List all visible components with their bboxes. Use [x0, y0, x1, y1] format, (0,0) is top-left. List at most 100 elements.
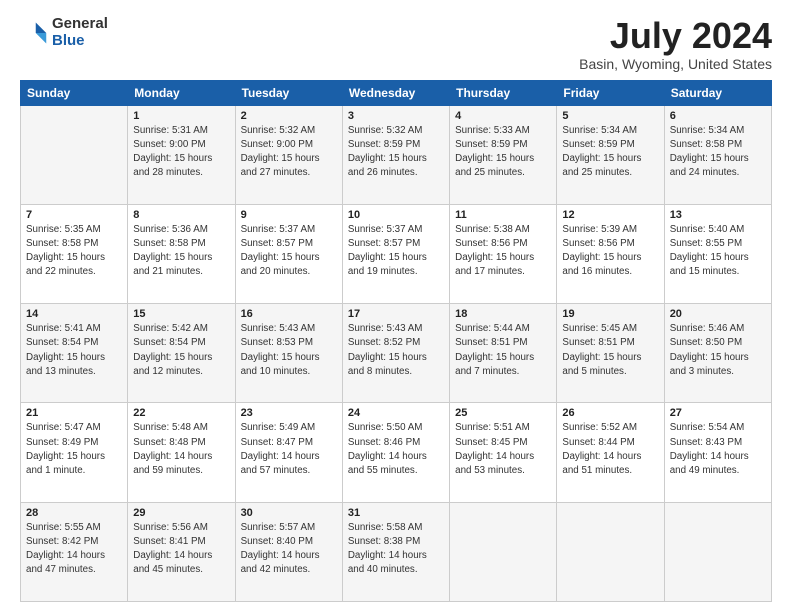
table-row: 28 Sunrise: 5:55 AMSunset: 8:42 PMDaylig…: [21, 502, 128, 601]
day-info: Sunrise: 5:54 AMSunset: 8:43 PMDaylight:…: [670, 421, 766, 478]
day-info: Sunrise: 5:33 AMSunset: 8:59 PMDaylight:…: [455, 124, 551, 181]
col-tuesday: Tuesday: [235, 80, 342, 105]
calendar-week-row: 7 Sunrise: 5:35 AMSunset: 8:58 PMDayligh…: [21, 204, 772, 303]
col-saturday: Saturday: [664, 80, 771, 105]
calendar-week-row: 14 Sunrise: 5:41 AMSunset: 8:54 PMDaylig…: [21, 304, 772, 403]
day-number: 16: [241, 308, 337, 320]
day-number: 12: [562, 209, 658, 221]
day-info: Sunrise: 5:43 AMSunset: 8:53 PMDaylight:…: [241, 322, 337, 379]
table-row: 27 Sunrise: 5:54 AMSunset: 8:43 PMDaylig…: [664, 403, 771, 502]
day-number: 15: [133, 308, 229, 320]
day-number: 6: [670, 110, 766, 122]
table-row: 9 Sunrise: 5:37 AMSunset: 8:57 PMDayligh…: [235, 204, 342, 303]
day-info: Sunrise: 5:45 AMSunset: 8:51 PMDaylight:…: [562, 322, 658, 379]
day-info: Sunrise: 5:56 AMSunset: 8:41 PMDaylight:…: [133, 521, 229, 578]
day-number: 19: [562, 308, 658, 320]
day-number: 4: [455, 110, 551, 122]
table-row: 31 Sunrise: 5:58 AMSunset: 8:38 PMDaylig…: [342, 502, 449, 601]
table-row: 22 Sunrise: 5:48 AMSunset: 8:48 PMDaylig…: [128, 403, 235, 502]
day-info: Sunrise: 5:51 AMSunset: 8:45 PMDaylight:…: [455, 421, 551, 478]
table-row: 1 Sunrise: 5:31 AMSunset: 9:00 PMDayligh…: [128, 105, 235, 204]
table-row: [450, 502, 557, 601]
table-row: [664, 502, 771, 601]
table-row: 17 Sunrise: 5:43 AMSunset: 8:52 PMDaylig…: [342, 304, 449, 403]
day-number: 3: [348, 110, 444, 122]
day-number: 2: [241, 110, 337, 122]
day-number: 11: [455, 209, 551, 221]
day-number: 10: [348, 209, 444, 221]
table-row: 6 Sunrise: 5:34 AMSunset: 8:58 PMDayligh…: [664, 105, 771, 204]
day-info: Sunrise: 5:35 AMSunset: 8:58 PMDaylight:…: [26, 223, 122, 280]
table-row: [557, 502, 664, 601]
table-row: 8 Sunrise: 5:36 AMSunset: 8:58 PMDayligh…: [128, 204, 235, 303]
day-info: Sunrise: 5:37 AMSunset: 8:57 PMDaylight:…: [241, 223, 337, 280]
table-row: 5 Sunrise: 5:34 AMSunset: 8:59 PMDayligh…: [557, 105, 664, 204]
calendar-header-row: Sunday Monday Tuesday Wednesday Thursday…: [21, 80, 772, 105]
day-number: 24: [348, 407, 444, 419]
table-row: 16 Sunrise: 5:43 AMSunset: 8:53 PMDaylig…: [235, 304, 342, 403]
table-row: 11 Sunrise: 5:38 AMSunset: 8:56 PMDaylig…: [450, 204, 557, 303]
subtitle: Basin, Wyoming, United States: [579, 56, 772, 72]
table-row: 25 Sunrise: 5:51 AMSunset: 8:45 PMDaylig…: [450, 403, 557, 502]
header: General Blue July 2024 Basin, Wyoming, U…: [20, 16, 772, 72]
logo-blue-text: Blue: [52, 33, 108, 50]
day-info: Sunrise: 5:34 AMSunset: 8:59 PMDaylight:…: [562, 124, 658, 181]
table-row: 10 Sunrise: 5:37 AMSunset: 8:57 PMDaylig…: [342, 204, 449, 303]
table-row: 13 Sunrise: 5:40 AMSunset: 8:55 PMDaylig…: [664, 204, 771, 303]
logo: General Blue: [20, 16, 108, 49]
col-thursday: Thursday: [450, 80, 557, 105]
table-row: 14 Sunrise: 5:41 AMSunset: 8:54 PMDaylig…: [21, 304, 128, 403]
col-sunday: Sunday: [21, 80, 128, 105]
day-number: 22: [133, 407, 229, 419]
table-row: 24 Sunrise: 5:50 AMSunset: 8:46 PMDaylig…: [342, 403, 449, 502]
day-info: Sunrise: 5:49 AMSunset: 8:47 PMDaylight:…: [241, 421, 337, 478]
table-row: 23 Sunrise: 5:49 AMSunset: 8:47 PMDaylig…: [235, 403, 342, 502]
calendar-week-row: 1 Sunrise: 5:31 AMSunset: 9:00 PMDayligh…: [21, 105, 772, 204]
day-number: 27: [670, 407, 766, 419]
day-info: Sunrise: 5:36 AMSunset: 8:58 PMDaylight:…: [133, 223, 229, 280]
day-info: Sunrise: 5:42 AMSunset: 8:54 PMDaylight:…: [133, 322, 229, 379]
table-row: 12 Sunrise: 5:39 AMSunset: 8:56 PMDaylig…: [557, 204, 664, 303]
logo-icon: [20, 19, 48, 47]
day-number: 29: [133, 507, 229, 519]
calendar-week-row: 21 Sunrise: 5:47 AMSunset: 8:49 PMDaylig…: [21, 403, 772, 502]
day-info: Sunrise: 5:34 AMSunset: 8:58 PMDaylight:…: [670, 124, 766, 181]
calendar-week-row: 28 Sunrise: 5:55 AMSunset: 8:42 PMDaylig…: [21, 502, 772, 601]
day-number: 5: [562, 110, 658, 122]
table-row: 19 Sunrise: 5:45 AMSunset: 8:51 PMDaylig…: [557, 304, 664, 403]
day-number: 31: [348, 507, 444, 519]
table-row: [21, 105, 128, 204]
day-info: Sunrise: 5:38 AMSunset: 8:56 PMDaylight:…: [455, 223, 551, 280]
col-friday: Friday: [557, 80, 664, 105]
table-row: 7 Sunrise: 5:35 AMSunset: 8:58 PMDayligh…: [21, 204, 128, 303]
day-info: Sunrise: 5:37 AMSunset: 8:57 PMDaylight:…: [348, 223, 444, 280]
day-number: 17: [348, 308, 444, 320]
day-number: 25: [455, 407, 551, 419]
day-info: Sunrise: 5:41 AMSunset: 8:54 PMDaylight:…: [26, 322, 122, 379]
title-block: July 2024 Basin, Wyoming, United States: [579, 16, 772, 72]
day-info: Sunrise: 5:46 AMSunset: 8:50 PMDaylight:…: [670, 322, 766, 379]
day-number: 28: [26, 507, 122, 519]
day-info: Sunrise: 5:48 AMSunset: 8:48 PMDaylight:…: [133, 421, 229, 478]
day-number: 14: [26, 308, 122, 320]
day-info: Sunrise: 5:50 AMSunset: 8:46 PMDaylight:…: [348, 421, 444, 478]
day-info: Sunrise: 5:55 AMSunset: 8:42 PMDaylight:…: [26, 521, 122, 578]
table-row: 29 Sunrise: 5:56 AMSunset: 8:41 PMDaylig…: [128, 502, 235, 601]
day-info: Sunrise: 5:40 AMSunset: 8:55 PMDaylight:…: [670, 223, 766, 280]
day-info: Sunrise: 5:58 AMSunset: 8:38 PMDaylight:…: [348, 521, 444, 578]
main-title: July 2024: [579, 16, 772, 56]
day-number: 7: [26, 209, 122, 221]
table-row: 26 Sunrise: 5:52 AMSunset: 8:44 PMDaylig…: [557, 403, 664, 502]
day-number: 1: [133, 110, 229, 122]
day-info: Sunrise: 5:52 AMSunset: 8:44 PMDaylight:…: [562, 421, 658, 478]
table-row: 30 Sunrise: 5:57 AMSunset: 8:40 PMDaylig…: [235, 502, 342, 601]
day-info: Sunrise: 5:39 AMSunset: 8:56 PMDaylight:…: [562, 223, 658, 280]
day-number: 8: [133, 209, 229, 221]
day-number: 23: [241, 407, 337, 419]
day-info: Sunrise: 5:32 AMSunset: 9:00 PMDaylight:…: [241, 124, 337, 181]
day-info: Sunrise: 5:57 AMSunset: 8:40 PMDaylight:…: [241, 521, 337, 578]
day-number: 13: [670, 209, 766, 221]
table-row: 21 Sunrise: 5:47 AMSunset: 8:49 PMDaylig…: [21, 403, 128, 502]
table-row: 15 Sunrise: 5:42 AMSunset: 8:54 PMDaylig…: [128, 304, 235, 403]
day-number: 26: [562, 407, 658, 419]
